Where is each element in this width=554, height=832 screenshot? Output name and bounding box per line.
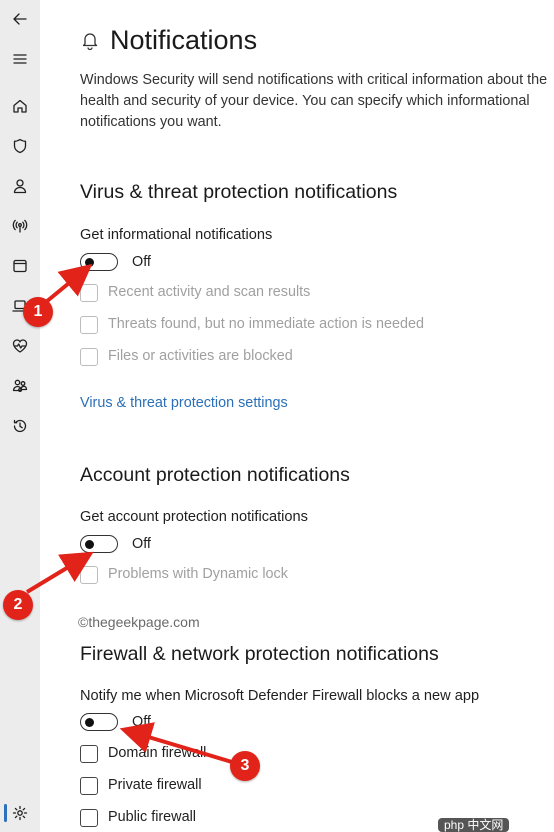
firewall-option-label-3: Public firewall — [108, 809, 196, 825]
history-icon[interactable] — [8, 414, 32, 438]
family-icon[interactable] — [8, 374, 32, 398]
health-heart-icon[interactable] — [8, 334, 32, 358]
sidebar — [0, 0, 40, 832]
intro-text: Windows Security will send notifications… — [80, 72, 548, 130]
menu-icon[interactable] — [8, 47, 32, 71]
firewall-section-title: Firewall & network protection notificati… — [80, 643, 439, 665]
firewall-toggle-label: Notify me when Microsoft Defender Firewa… — [80, 688, 480, 704]
virus-option-label-1: Recent activity and scan results — [108, 284, 311, 300]
virus-option-checkbox-1[interactable] — [80, 284, 98, 302]
active-indicator — [4, 804, 7, 822]
wireless-icon[interactable] — [8, 214, 32, 238]
virus-option-checkbox-2[interactable] — [80, 316, 98, 334]
toggle-knob — [85, 257, 94, 267]
gear-icon[interactable] — [8, 801, 32, 825]
watermark-text: ©thegeekpage.com — [78, 614, 200, 630]
shield-icon[interactable] — [8, 134, 32, 158]
account-toggle-state: Off — [132, 536, 151, 552]
annotation-badge-1: 1 — [23, 297, 53, 327]
firewall-option-checkbox-3[interactable] — [80, 809, 98, 827]
main-content: Notifications Windows Security will send… — [40, 0, 554, 832]
account-option-checkbox-1[interactable] — [80, 566, 98, 584]
firewall-option-checkbox-2[interactable] — [80, 777, 98, 795]
account-toggle-label: Get account protection notifications — [80, 509, 308, 525]
virus-section-title: Virus & threat protection notifications — [80, 181, 398, 203]
firewall-toggle[interactable] — [80, 713, 118, 731]
firewall-toggle-state: Off — [132, 714, 151, 730]
virus-toggle[interactable] — [80, 253, 118, 271]
annotation-badge-2: 2 — [3, 590, 33, 620]
virus-option-label-2: Threats found, but no immediate action i… — [108, 316, 424, 332]
virus-option-checkbox-3[interactable] — [80, 348, 98, 366]
firewall-option-label-1: Domain firewall — [108, 745, 207, 761]
bell-icon — [80, 30, 100, 51]
back-arrow-icon[interactable] — [8, 7, 32, 31]
account-option-label-1: Problems with Dynamic lock — [108, 566, 288, 582]
php-watermark: php 中文网 — [438, 818, 510, 832]
home-icon[interactable] — [8, 94, 32, 118]
firewall-option-label-2: Private firewall — [108, 777, 202, 793]
virus-toggle-state: Off — [132, 254, 151, 270]
virus-toggle-label: Get informational notifications — [80, 227, 273, 243]
account-toggle[interactable] — [80, 535, 118, 553]
virus-option-label-3: Files or activities are blocked — [108, 348, 293, 364]
annotation-badge-3: 3 — [230, 751, 260, 781]
app-browser-icon[interactable] — [8, 254, 32, 278]
person-icon[interactable] — [8, 174, 32, 198]
toggle-knob — [85, 717, 94, 727]
account-section-title: Account protection notifications — [80, 464, 350, 486]
firewall-option-checkbox-1[interactable] — [80, 745, 98, 763]
page-title: Notifications — [110, 25, 258, 55]
virus-settings-link[interactable]: Virus & threat protection settings — [80, 395, 288, 411]
toggle-knob — [85, 539, 94, 549]
